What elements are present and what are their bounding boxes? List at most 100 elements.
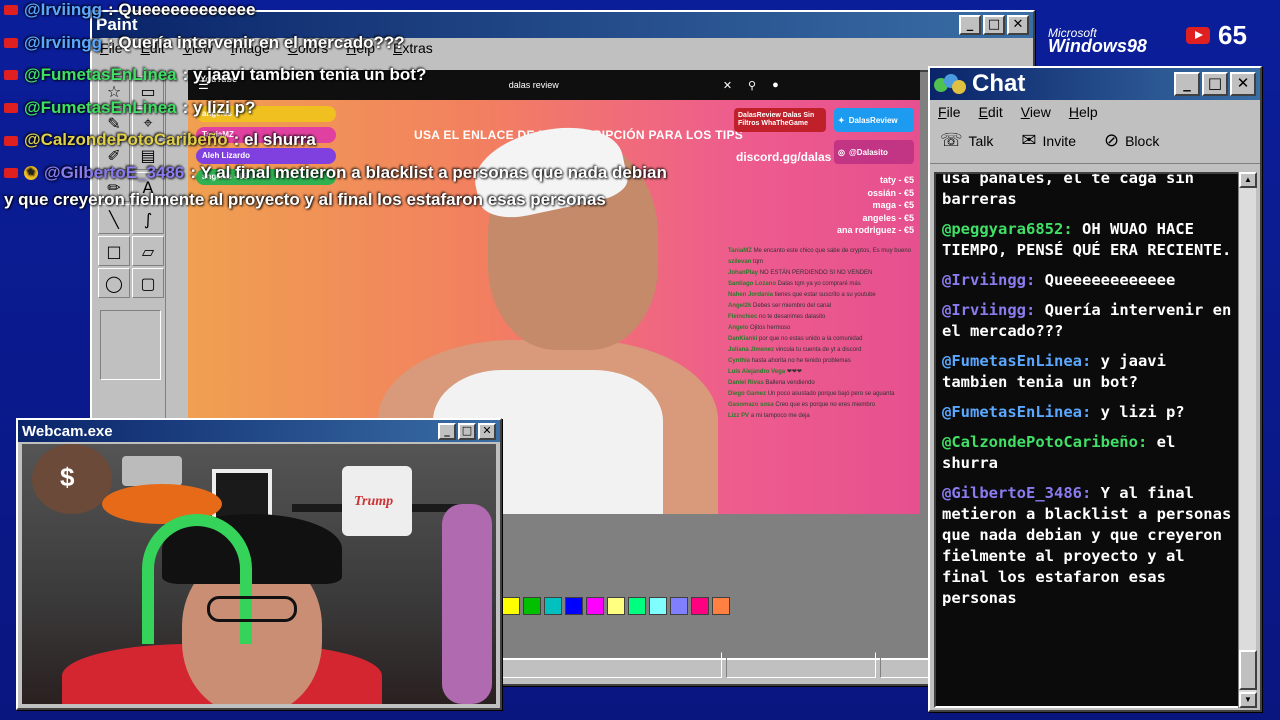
stream-chat-user: DanKianki — [728, 336, 758, 342]
green-headset — [142, 514, 252, 644]
maximize-button[interactable]: □ — [983, 15, 1005, 35]
color-swatch[interactable] — [607, 597, 625, 615]
stream-chat-text: tienes que estar suscrito a su youtube — [774, 292, 876, 298]
mic-icon[interactable]: ● — [772, 79, 779, 92]
chat-menu-edit[interactable]: Edit — [979, 104, 1003, 120]
overlay-chat-user: @Irviingg — [24, 0, 102, 19]
close-button[interactable]: ✕ — [1007, 15, 1029, 35]
stream-chat-user: Cynthia — [728, 358, 751, 364]
scroll-down-arrow[interactable]: ▼ — [1239, 692, 1257, 708]
twitter-icon: ✦ — [838, 115, 845, 125]
block-icon: ⊘ — [1103, 130, 1120, 151]
webcam-titlebar[interactable]: Webcam.exe _ □ ✕ — [18, 420, 500, 442]
chat-menu-view[interactable]: View — [1021, 104, 1051, 120]
chat-window: Chat _ □ ✕ File Edit View Help ☏ Talk ✉ Invite… — [928, 66, 1262, 712]
color-swatch[interactable] — [565, 597, 583, 615]
color-swatch[interactable] — [544, 597, 562, 615]
stream-chat-message: Nahen Jordania tienes que estar suscrito… — [728, 290, 916, 301]
stream-chat-user: TaniaMZ — [728, 248, 752, 254]
chat-menu-file[interactable]: File — [938, 104, 961, 120]
overlay-chat-text: : el shurra — [233, 130, 316, 150]
invite-label: Invite — [1042, 132, 1076, 149]
minimize-button[interactable]: _ — [959, 15, 981, 35]
minimize-button[interactable]: _ — [438, 422, 456, 440]
maximize-button[interactable]: □ — [1202, 72, 1228, 96]
color-swatch[interactable] — [586, 597, 604, 615]
color-swatch[interactable] — [670, 597, 688, 615]
close-button[interactable]: ✕ — [1230, 72, 1256, 96]
stream-chat-user: Gasomazo sosa — [728, 402, 774, 408]
chat-titlebar[interactable]: Chat _ □ ✕ — [930, 68, 1260, 100]
paint-tool-icon[interactable]: ▱ — [132, 236, 164, 266]
chat-message: @Irviingg: Quería intervenir en el merca… — [942, 300, 1232, 342]
stream-chat-message: Fleinchiec no te desanimes dalasito — [728, 312, 916, 323]
overlay-chat-user: @Irviingg — [24, 32, 102, 52]
color-swatch[interactable] — [691, 597, 709, 615]
stream-chat-text: a mi tampoco me deja — [750, 413, 810, 419]
color-swatch[interactable] — [649, 597, 667, 615]
chat-message: @peggyara6852: OH WUAO HACE TIEMPO, PENS… — [942, 219, 1232, 261]
chat-username: @CalzondePotoCaribeño: — [942, 433, 1148, 451]
color-palette — [502, 597, 730, 615]
stream-chat-message: Santiago Lozano Dalas tqm ya yo compraré… — [728, 279, 916, 290]
overlay-chat-text: : y jaavi tambien tenia un bot? — [182, 65, 427, 85]
scroll-thumb[interactable] — [1239, 650, 1257, 690]
invite-icon: ✉ — [1021, 130, 1037, 151]
social-instagram: ◎ @Dalasito — [834, 140, 914, 164]
scroll-up-arrow[interactable]: ▲ — [1239, 172, 1257, 188]
tool-options — [100, 310, 161, 380]
color-swatch[interactable] — [523, 597, 541, 615]
chat-username: @peggyara6852: — [942, 220, 1073, 238]
stream-chat-user: Fleinchiec — [728, 314, 758, 320]
stream-chat: TaniaMZ Me encanto este chico que sabe d… — [728, 246, 916, 422]
overlay-chat-continuation: y que creyeron fielmente al proyecto y a… — [4, 190, 606, 209]
toilet-paper: Trump — [342, 466, 412, 536]
stream-chat-message: Daniel Rivas Ballena vendiendo — [728, 378, 916, 389]
stream-chat-message: TaniaMZ Me encanto este chico que sabe d… — [728, 246, 916, 257]
joker-figure — [442, 504, 492, 704]
invite-button[interactable]: ✉ Invite — [1021, 130, 1076, 151]
color-swatch[interactable] — [628, 597, 646, 615]
stream-chat-text: Ojitos hermoso — [750, 325, 791, 331]
chat-text: Queeeeeeeeeeee — [1035, 271, 1176, 289]
paint-tool-icon[interactable]: ▢ — [132, 268, 164, 298]
overlay-chat: @Irviingg: Queeeeeeeeeeee @Irviingg: Quer… — [4, 0, 724, 190]
tip-entry: angeles - €5 — [862, 212, 914, 223]
talk-label: Talk — [968, 132, 994, 149]
close-button[interactable]: ✕ — [478, 422, 496, 440]
windows98-text: Windows98 — [1048, 36, 1147, 56]
color-swatch[interactable] — [502, 597, 520, 615]
paint-tool-icon[interactable]: □ — [98, 236, 130, 266]
tip-entry: taty - €5 — [879, 175, 914, 185]
youtube-icon — [1186, 27, 1210, 44]
talk-button[interactable]: ☏ Talk — [940, 130, 993, 151]
youtube-icon — [4, 168, 18, 179]
stream-chat-text: hasta ahorita no he tenido problemas — [751, 358, 851, 364]
viewer-count-value: 65 — [1218, 20, 1247, 50]
stream-chat-message: Cynthia hasta ahorita no he tenido probl… — [728, 356, 916, 367]
chat-text: Y al final metieron a blacklist a person… — [942, 484, 1232, 607]
stream-chat-text: Debes ser miembro del canal — [753, 303, 832, 309]
minimize-button[interactable]: _ — [1174, 72, 1200, 96]
stream-chat-message: Diego Gamez Un poco asustado porque bajó… — [728, 389, 916, 400]
chat-username: @FumetasEnLinea: — [942, 403, 1092, 421]
chat-menu-help[interactable]: Help — [1069, 104, 1098, 120]
stream-chat-text: tqm — [753, 259, 764, 265]
tip-entry: maga - €5 — [872, 200, 914, 210]
search-icon[interactable]: ⚲ — [748, 79, 756, 92]
social-twitter-text: DalasReview — [848, 115, 898, 125]
member-badge-icon: ★ — [24, 166, 38, 181]
windows98-logo: Microsoft Windows98 — [1048, 26, 1147, 57]
color-swatch[interactable] — [712, 597, 730, 615]
overlay-chat-line: @CalzondePotoCaribeño: el shurra — [4, 124, 724, 157]
youtube-icon — [4, 70, 18, 81]
chat-message: usa pañales, el te caga sin barreras — [942, 174, 1232, 210]
close-icon[interactable]: ✕ — [723, 79, 732, 92]
maximize-button[interactable]: □ — [458, 422, 476, 440]
chat-scrollbar[interactable]: ▲ ▼ — [1238, 172, 1257, 708]
block-button[interactable]: ⊘ Block — [1104, 130, 1159, 151]
paint-tool-icon[interactable]: ◯ — [98, 268, 130, 298]
overlay-chat-user: @FumetasEnLinea — [24, 97, 177, 117]
overlay-chat-user: @GilbertoE_3486 — [44, 162, 185, 182]
youtube-icon — [4, 5, 18, 16]
